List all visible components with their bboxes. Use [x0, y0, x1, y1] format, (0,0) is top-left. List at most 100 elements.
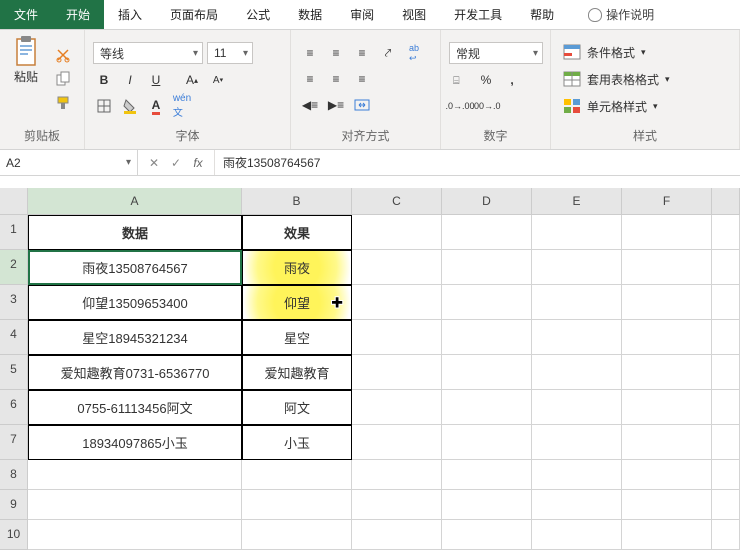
paste-button[interactable]: 粘贴 [8, 34, 44, 124]
cell-G10[interactable] [712, 520, 740, 550]
cell-C6[interactable] [352, 390, 442, 425]
cell-A2[interactable]: 雨夜13508764567 [28, 250, 242, 285]
cell-B2[interactable]: 雨夜 [242, 250, 352, 285]
cell-F6[interactable] [622, 390, 712, 425]
cell-B5[interactable]: 爱知趣教育 [242, 355, 352, 390]
tab-data[interactable]: 数据 [284, 0, 336, 29]
row-header-10[interactable]: 10 [0, 520, 28, 550]
tab-page-layout[interactable]: 页面布局 [156, 0, 232, 29]
number-format-select[interactable]: 常规 [449, 42, 543, 64]
cell-G5[interactable] [712, 355, 740, 390]
format-painter-button[interactable] [52, 93, 74, 113]
cell-A10[interactable] [28, 520, 242, 550]
confirm-entry-button[interactable]: ✓ [166, 156, 186, 170]
tab-home[interactable]: 开始 [52, 0, 104, 29]
tab-developer[interactable]: 开发工具 [440, 0, 516, 29]
cell-C2[interactable] [352, 250, 442, 285]
cell-A6[interactable]: 0755-61113456阿文 [28, 390, 242, 425]
cell-A8[interactable] [28, 460, 242, 490]
row-header-2[interactable]: 2 [0, 250, 28, 285]
cell-E7[interactable] [532, 425, 622, 460]
cell-C10[interactable] [352, 520, 442, 550]
cell-F3[interactable] [622, 285, 712, 320]
cell-G8[interactable] [712, 460, 740, 490]
row-header-5[interactable]: 5 [0, 355, 28, 390]
wrap-text-button[interactable]: ab↩ [403, 43, 425, 63]
cell-E6[interactable] [532, 390, 622, 425]
underline-button[interactable]: U [145, 70, 167, 90]
cell-B7[interactable]: 小玉 [242, 425, 352, 460]
cell-C9[interactable] [352, 490, 442, 520]
cell-C5[interactable] [352, 355, 442, 390]
cell-E3[interactable] [532, 285, 622, 320]
align-top-button[interactable]: ≡ [299, 43, 321, 63]
cell-B8[interactable] [242, 460, 352, 490]
font-color-button[interactable]: A [145, 96, 167, 116]
accounting-button[interactable]: ⌸ [449, 70, 471, 90]
col-header-F[interactable]: F [622, 188, 712, 215]
cell-F1[interactable] [622, 215, 712, 250]
increase-font-button[interactable]: A▴ [181, 70, 203, 90]
cell-E10[interactable] [532, 520, 622, 550]
row-header-4[interactable]: 4 [0, 320, 28, 355]
cell-C7[interactable] [352, 425, 442, 460]
col-header-D[interactable]: D [442, 188, 532, 215]
table-format-button[interactable]: 套用表格格式▾ [559, 69, 731, 90]
cell-F9[interactable] [622, 490, 712, 520]
row-header-8[interactable]: 8 [0, 460, 28, 490]
cell-G1[interactable] [712, 215, 740, 250]
cell-A9[interactable] [28, 490, 242, 520]
cell-A4[interactable]: 星空18945321234 [28, 320, 242, 355]
insert-function-button[interactable]: fx [188, 156, 208, 170]
row-header-7[interactable]: 7 [0, 425, 28, 460]
col-header-A[interactable]: A [28, 188, 242, 215]
tab-help[interactable]: 帮助 [516, 0, 568, 29]
cell-E8[interactable] [532, 460, 622, 490]
fill-color-button[interactable] [119, 96, 141, 116]
tab-view[interactable]: 视图 [388, 0, 440, 29]
comma-button[interactable]: , [501, 70, 523, 90]
col-header-E[interactable]: E [532, 188, 622, 215]
col-header-C[interactable]: C [352, 188, 442, 215]
cell-B6[interactable]: 阿文 [242, 390, 352, 425]
cell-B4[interactable]: 星空 [242, 320, 352, 355]
cell-G6[interactable] [712, 390, 740, 425]
cell-G2[interactable] [712, 250, 740, 285]
phonetic-button[interactable]: wén文 [171, 96, 193, 116]
cell-A1[interactable]: 数据 [28, 215, 242, 250]
col-header-more[interactable] [712, 188, 740, 215]
cell-F2[interactable] [622, 250, 712, 285]
cell-E9[interactable] [532, 490, 622, 520]
cancel-entry-button[interactable]: ✕ [144, 156, 164, 170]
conditional-format-button[interactable]: 条件格式▾ [559, 42, 731, 63]
borders-button[interactable] [93, 96, 115, 116]
cell-E1[interactable] [532, 215, 622, 250]
copy-button[interactable] [52, 69, 74, 89]
font-size-select[interactable]: 11 [207, 42, 253, 64]
cell-A7[interactable]: 18934097865小玉 [28, 425, 242, 460]
font-name-select[interactable]: 等线 [93, 42, 203, 64]
cell-styles-button[interactable]: 单元格样式▾ [559, 96, 731, 117]
align-middle-button[interactable]: ≡ [325, 43, 347, 63]
cell-D2[interactable] [442, 250, 532, 285]
row-header-3[interactable]: 3 [0, 285, 28, 320]
cell-D9[interactable] [442, 490, 532, 520]
cell-C1[interactable] [352, 215, 442, 250]
cell-G3[interactable] [712, 285, 740, 320]
cell-D4[interactable] [442, 320, 532, 355]
cell-F4[interactable] [622, 320, 712, 355]
cell-F8[interactable] [622, 460, 712, 490]
cut-button[interactable] [52, 45, 74, 65]
select-all-corner[interactable] [0, 188, 28, 215]
cell-D5[interactable] [442, 355, 532, 390]
cell-B10[interactable] [242, 520, 352, 550]
tab-review[interactable]: 审阅 [336, 0, 388, 29]
cell-D7[interactable] [442, 425, 532, 460]
align-left-button[interactable]: ≡ [299, 69, 321, 89]
cell-F5[interactable] [622, 355, 712, 390]
orientation-button[interactable]: ⤤ [377, 43, 399, 63]
percent-button[interactable]: % [475, 70, 497, 90]
cell-D6[interactable] [442, 390, 532, 425]
cell-D8[interactable] [442, 460, 532, 490]
decrease-decimal-button[interactable]: .00→.0 [475, 96, 497, 116]
